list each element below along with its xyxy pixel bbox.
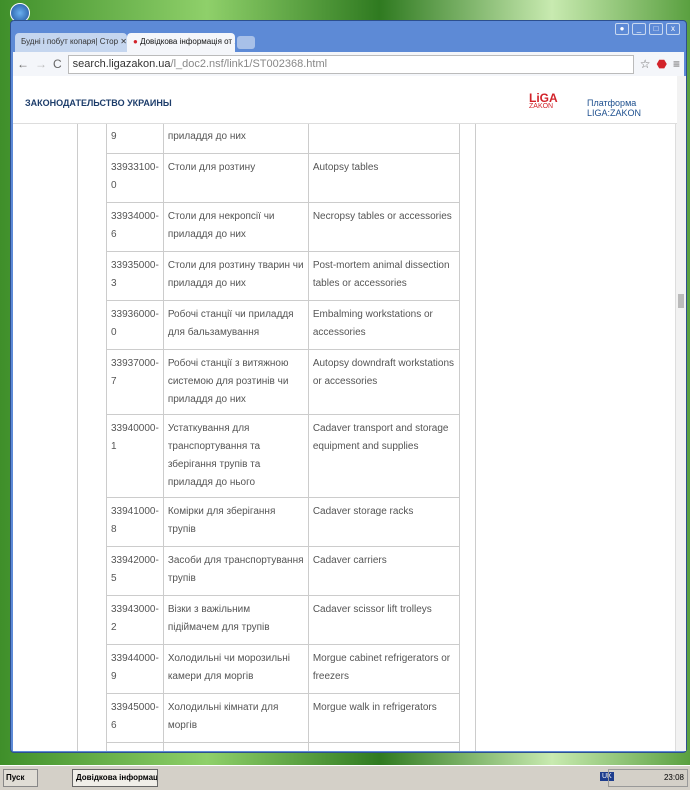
cell-code: 33940000-1 (106, 414, 164, 498)
cell-en: Cadaver transport and storage equipment … (307, 414, 460, 498)
table-row: 33944000-9 Холодильні чи морозильні камер… (106, 644, 460, 694)
star-icon[interactable]: ☆ (640, 57, 651, 71)
minimize-button[interactable]: _ (632, 23, 646, 35)
table-row: 33945000-6 Холодильні кімнати для моргів M… (106, 693, 460, 743)
user-icon[interactable]: ● (615, 23, 629, 35)
cell-uk: Візки з важільним підіймачем для трупів (162, 595, 309, 645)
toolbar: ← → C search.ligazakon.ua/l_doc2.nsf/lin… (13, 52, 684, 76)
back-icon[interactable]: ← (17, 57, 29, 71)
cell-en: Embalming workstations or accessories (307, 300, 460, 350)
cell-uk: Засоби для транспортування трупів (162, 546, 309, 596)
cell-en: Autopsy carts (307, 742, 460, 751)
platform-link[interactable]: Платформа LIGA:ZAKON (587, 98, 677, 118)
cpv-table: 33932000-9Столи для розтину чи приладдя … (106, 104, 460, 751)
tab-label: Будні і побут копаря| Стор (21, 37, 119, 46)
table-row: 33946000-Візки для розтинуAutopsy carts (106, 742, 460, 751)
cell-code: 33937000-7 (106, 349, 164, 415)
cell-code: 33933100-0 (106, 153, 164, 203)
page-content: ЗАКОНОДАТЕЛЬСТВО УКРАИНЫ LiGA ZAKON Платф… (13, 76, 677, 751)
reload-icon[interactable]: C (53, 57, 62, 71)
cell-code: 33944000-9 (106, 644, 164, 694)
window-controls: ● _ □ x (615, 23, 680, 35)
tab-label: Довідкова інформація от 1 (140, 37, 235, 46)
tab-1[interactable]: Будні і побут копаря| Стор ✕ (15, 33, 127, 52)
cell-code: 33941000-8 (106, 497, 164, 547)
table-row: 33934000-6 Столи для некропсії чи приладд… (106, 202, 460, 252)
table-row: 33935000-3 Столи для розтину тварин чи пр… (106, 251, 460, 301)
cell-uk: Устаткування для транспортування та збер… (162, 414, 309, 498)
maximize-button[interactable]: □ (649, 23, 663, 35)
cell-uk: Столи для розтину (162, 153, 309, 203)
cell-en: Cadaver scissor lift trolleys (307, 595, 460, 645)
table-row: 33941000-8 Комірки для зберігання трупів C… (106, 497, 460, 547)
site-brand[interactable]: ЗАКОНОДАТЕЛЬСТВО УКРАИНЫ (25, 98, 172, 108)
cell-uk: Холодильні чи морозильні камери для морг… (162, 644, 309, 694)
divider (475, 124, 476, 751)
cell-code: 33936000-0 (106, 300, 164, 350)
new-tab-button[interactable] (237, 36, 255, 49)
cell-uk: Столи для некропсії чи приладдя до них (162, 202, 309, 252)
url-path: /l_doc2.nsf/link1/ST002368.html (170, 57, 328, 70)
cell-en: Autopsy tables (307, 153, 460, 203)
forward-icon[interactable]: → (35, 57, 47, 71)
taskbar-item-chrome[interactable]: Довідкова інформац... (72, 769, 158, 787)
taskbar: Пуск Довідкова інформац... UK 23:08 (0, 765, 690, 790)
cell-code: 33942000-5 (106, 546, 164, 596)
cell-en: Cadaver carriers (307, 546, 460, 596)
liga-logo[interactable]: LiGA ZAKON (529, 91, 558, 110)
divider (77, 124, 78, 751)
cell-en: Cadaver storage racks (307, 497, 460, 547)
table-row: 33937000-7 Робочі станції з витяжною сист… (106, 349, 460, 415)
adblock-icon[interactable]: ⬣ (657, 57, 667, 71)
scrollbar[interactable] (675, 76, 686, 751)
scrollbar-thumb[interactable] (678, 294, 684, 308)
liga-favicon-icon: ● (133, 37, 138, 46)
cell-code: 33934000-6 (106, 202, 164, 252)
cell-uk: Візки для розтину (162, 742, 309, 751)
table-row: 33943000-2 Візки з важільним підіймачем д… (106, 595, 460, 645)
table-row: 33940000-1 Устаткування для транспортуван… (106, 414, 460, 498)
system-tray: 23:08 (608, 769, 688, 787)
cell-en: Morgue cabinet refrigerators or freezers (307, 644, 460, 694)
table-row: 33933100-0 Столи для розтину Autopsy table… (106, 153, 460, 203)
site-header: ЗАКОНОДАТЕЛЬСТВО УКРАИНЫ LiGA ZAKON Платф… (13, 76, 677, 124)
browser-window: ● _ □ x Будні і побут копаря| Стор ✕ ● Д… (10, 20, 687, 753)
table-row: 33936000-0 Робочі станції чи приладдя для… (106, 300, 460, 350)
clock: 23:08 (663, 773, 684, 782)
cell-uk: Робочі станції з витяжною системою для р… (162, 349, 309, 415)
cell-en: Morgue walk in refrigerators (307, 693, 460, 743)
cell-code: 33935000-3 (106, 251, 164, 301)
table-row: 33942000-5 Засоби для транспортування тру… (106, 546, 460, 596)
cell-code: 33943000-2 (106, 595, 164, 645)
tab-2-active[interactable]: ● Довідкова інформація от 1 ✕ (127, 33, 235, 52)
cell-en: Autopsy downdraft workstations or access… (307, 349, 460, 415)
url-host: search.ligazakon.ua (72, 57, 171, 70)
menu-icon[interactable]: ≡ (673, 57, 680, 71)
cell-en: Necropsy tables or accessories (307, 202, 460, 252)
close-button[interactable]: x (666, 23, 680, 35)
cell-uk: Холодильні кімнати для моргів (162, 693, 309, 743)
cell-code: 33945000-6 (106, 693, 164, 743)
cell-uk: Комірки для зберігання трупів (162, 497, 309, 547)
address-bar[interactable]: search.ligazakon.ua/l_doc2.nsf/link1/ST0… (67, 54, 634, 74)
cell-uk: Робочі станції чи приладдя для бальзамув… (162, 300, 309, 350)
cell-code: 33946000- (106, 742, 164, 751)
cell-en: Post-mortem animal dissection tables or … (307, 251, 460, 301)
cell-uk: Столи для розтину тварин чи приладдя до … (162, 251, 309, 301)
start-button[interactable]: Пуск (3, 769, 38, 787)
